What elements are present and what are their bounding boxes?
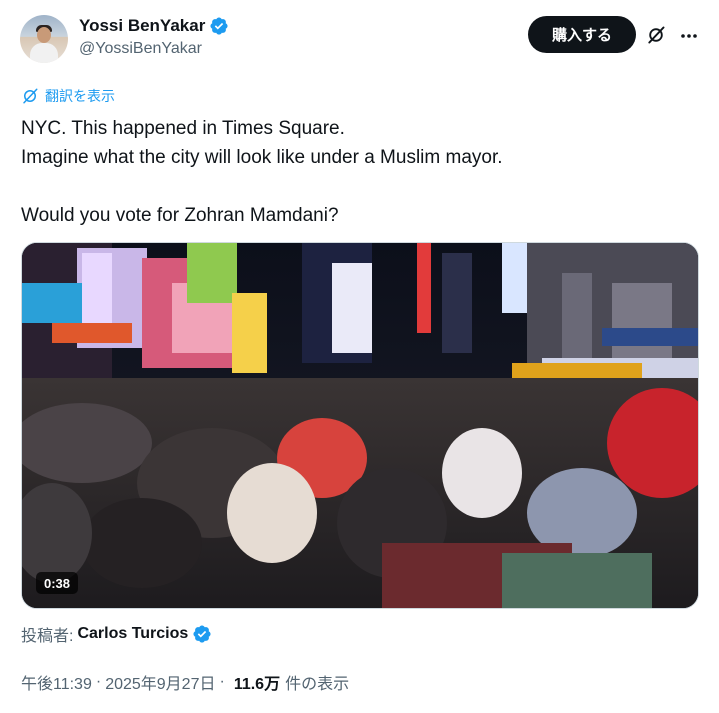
avatar[interactable]	[20, 15, 68, 63]
tweet-line: Imagine what the city will look like und…	[21, 147, 503, 168]
grok-icon[interactable]	[646, 25, 666, 45]
tweet-line: NYC. This happened in Times Square.	[21, 118, 345, 139]
more-options-icon[interactable]	[679, 26, 699, 46]
verified-badge-icon	[193, 625, 211, 643]
posted-by-name[interactable]: Carlos Turcios	[77, 625, 188, 643]
avatar-head	[37, 27, 51, 43]
posted-by: 投稿者: Carlos Turcios	[21, 622, 212, 646]
meta-separator: ·	[219, 673, 225, 690]
author-block: Yossi BenYakar @YossiBenYakar	[79, 16, 229, 58]
buy-button[interactable]: 購入する	[528, 16, 636, 53]
tweet-line	[21, 172, 691, 201]
translate-label: 翻訳を表示	[45, 88, 115, 104]
video-thumbnail	[22, 243, 698, 608]
tweet-card: Yossi BenYakar @YossiBenYakar 購入する 翻訳を表示…	[0, 0, 719, 713]
tweet-date[interactable]: 2025年9月27日	[105, 670, 215, 694]
posted-by-label: 投稿者:	[21, 628, 74, 645]
globe-icon	[23, 88, 38, 104]
translate-link[interactable]: 翻訳を表示	[21, 86, 115, 106]
avatar-body	[30, 43, 58, 63]
verified-badge-icon[interactable]	[209, 16, 229, 36]
tweet-text: NYC. This happened in Times Square. Imag…	[21, 114, 691, 230]
views-count: 11.6万	[233, 676, 281, 693]
author-handle[interactable]: @YossiBenYakar	[79, 40, 229, 58]
tweet-time[interactable]: 午後11:39	[21, 670, 92, 694]
tweet-meta: 午後11:39 · 2025年9月27日 · 11.6万 件の表示	[21, 670, 349, 694]
video-duration-badge: 0:38	[36, 572, 79, 594]
views-label: 件の表示	[285, 676, 350, 693]
author-display-name[interactable]: Yossi BenYakar	[79, 16, 205, 36]
author-name-row: Yossi BenYakar	[79, 16, 229, 36]
meta-separator: ·	[95, 673, 102, 690]
tweet-line: Would you vote for Zohran Mamdani?	[21, 205, 339, 226]
video-player[interactable]: 0:38	[21, 242, 699, 609]
